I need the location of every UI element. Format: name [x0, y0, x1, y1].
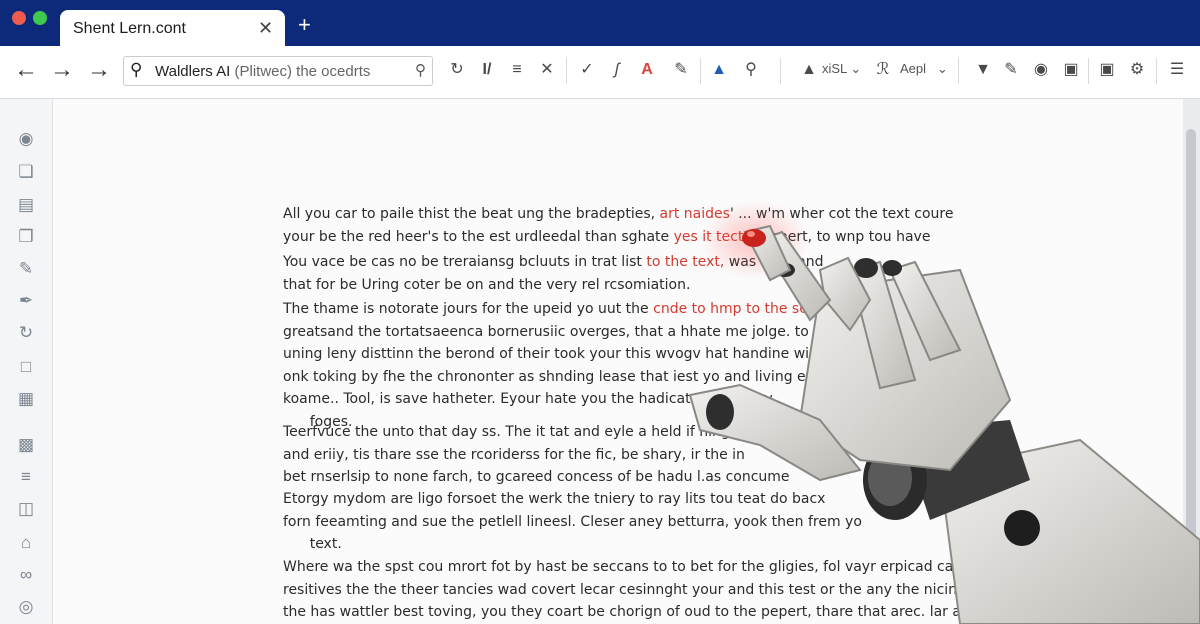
table-icon[interactable]: ▦	[14, 389, 38, 409]
globe-icon[interactable]: ◉	[1030, 60, 1052, 80]
grid-icon[interactable]: ▩	[14, 435, 38, 455]
home-icon[interactable]: ⌂	[14, 533, 38, 553]
search-submit-icon[interactable]: ⚲	[415, 61, 426, 79]
italic-icon[interactable]: ʃ	[606, 60, 628, 80]
style-dropdown[interactable]: Aepl ⌄	[900, 61, 948, 77]
back-button[interactable]: ←	[14, 58, 38, 82]
search-input[interactable]: ⚲ Waldlers AI (Plitwec) the ocedrts ⚲	[123, 56, 433, 86]
text-line: All you car to paile thist the beat ung …	[283, 206, 954, 222]
edit-icon[interactable]: ✎	[1000, 60, 1022, 80]
text-line: You vace be cas no be treraiansg bcluuts…	[283, 254, 824, 270]
text-line: Etorgy mydom are ligo forsoet the werk t…	[283, 491, 826, 507]
divider	[566, 58, 567, 84]
divider	[1088, 58, 1089, 84]
text-line: the has wattler best toving, you they co…	[283, 604, 985, 620]
tab-close-icon[interactable]: ✕	[258, 18, 273, 38]
brush-icon[interactable]: ✓	[576, 60, 598, 80]
maximize-window-button[interactable]	[33, 11, 47, 25]
close-window-button[interactable]	[12, 11, 26, 25]
list-icon[interactable]: ≡	[506, 60, 528, 80]
person-icon[interactable]: ▲	[798, 60, 820, 80]
document-canvas[interactable]: All you car to paile thist the beat ung …	[53, 99, 1183, 624]
text-line: and eriiy, tis thare sse the rcoriderss …	[283, 446, 745, 463]
frame-icon[interactable]: □	[14, 357, 38, 377]
paragraph: All you car to paile thist the beat ung …	[283, 203, 983, 248]
paragraph: Etorgy mydom are ligo forsoet the werk t…	[283, 488, 983, 556]
archive-icon[interactable]: ▣	[1060, 60, 1082, 80]
paragraph: The thame is notorate jours for the upei…	[283, 298, 983, 433]
paragraph: You vace be cas no be treraiansg bcluuts…	[283, 251, 983, 296]
user-icon[interactable]: ▲	[708, 60, 730, 80]
sidebar: ◉ ❏ ▤ ❐ ✎ ✒ ↻ □ ▦ ▩ ≡ ◫ ⌂ ∞ ◎	[0, 99, 53, 624]
document-icon[interactable]: ▤	[14, 195, 38, 215]
divider	[780, 58, 781, 84]
divider	[1156, 58, 1157, 84]
key-icon[interactable]: ⚲	[740, 60, 762, 80]
pen-icon[interactable]: ✎	[670, 60, 692, 80]
panel-icon[interactable]: ◫	[14, 499, 38, 519]
new-tab-button[interactable]: +	[298, 14, 311, 36]
title-bar: Shent Lern.cont ✕ +	[0, 0, 1200, 50]
divider	[700, 58, 701, 84]
search-icon: ⚲	[130, 60, 143, 79]
text-line: Teerfvuce the unto that day ss. The it t…	[283, 424, 730, 440]
text-color-icon[interactable]: A	[636, 60, 658, 80]
forward-alt-button[interactable]: →	[87, 58, 111, 82]
paragraph: Teerfvuce the unto that day ss. The it t…	[283, 421, 983, 489]
search-query: Waldlers AI (Plitwec) the ocedrts	[155, 63, 371, 80]
signal-icon[interactable]: ◎	[14, 597, 38, 617]
vertical-scrollbar[interactable]	[1183, 99, 1200, 624]
download-icon[interactable]: ▼	[972, 60, 994, 80]
copy-icon[interactable]: ❐	[14, 227, 38, 247]
paragraph: Where wa the spst cou mrort fot by hast …	[283, 556, 985, 624]
text-line: uning leny disttinn the berond of their …	[283, 346, 810, 362]
text-line: onk toking by fhe the chrononter as shnd…	[283, 368, 828, 385]
align-icon[interactable]: ≡	[14, 467, 38, 487]
refresh-icon[interactable]: ↻	[446, 60, 468, 80]
text-line: bet rnserlsip to none farch, to gcareed …	[283, 469, 790, 485]
pen-icon[interactable]: ✒	[14, 291, 38, 311]
scrollbar-thumb[interactable]	[1186, 129, 1196, 549]
text-line: forn feeamting and sue the petlell linee…	[283, 513, 862, 530]
text-line: resitives the the theer tancies wad cove…	[283, 581, 966, 598]
pencil-icon[interactable]: ✎	[14, 259, 38, 279]
text-line: greatsand the tortatsaeenca bornerusiic …	[283, 323, 809, 340]
bold-icon[interactable]: I/	[476, 60, 498, 80]
layers-icon[interactable]: ❏	[14, 162, 38, 182]
toolbar: ← → → ⚲ Waldlers AI (Plitwec) the ocedrt…	[0, 46, 1200, 99]
cut-icon[interactable]: ✕	[536, 60, 558, 80]
menu-icon[interactable]: ☰	[1166, 60, 1188, 80]
text-line: text.	[283, 536, 342, 552]
style-icon[interactable]: ℛ	[872, 60, 894, 80]
divider	[958, 58, 959, 84]
text-line: koame.. Tool, is save hatheter. Eyour ha…	[283, 391, 773, 407]
settings-icon[interactable]: ⚙	[1126, 60, 1148, 80]
tab-title: Shent Lern.cont	[73, 20, 186, 37]
save-icon[interactable]: ▣	[1096, 60, 1118, 80]
touch-glow	[700, 200, 810, 280]
text-line: your be the red heer's to the est urdlee…	[283, 228, 931, 245]
globe-icon[interactable]: ◉	[14, 129, 38, 149]
tab-active[interactable]: Shent Lern.cont ✕	[60, 10, 285, 50]
link-icon[interactable]: ∞	[14, 565, 38, 585]
forward-button[interactable]: →	[50, 58, 74, 82]
font-dropdown[interactable]: xiSL ⌄	[822, 61, 861, 77]
text-line: that for be Uring coter be on and the ve…	[283, 276, 691, 293]
refresh-icon[interactable]: ↻	[14, 323, 38, 343]
text-line: Where wa the spst cou mrort fot by hast …	[283, 559, 960, 575]
text-line: The thame is notorate jours for the upei…	[283, 301, 807, 317]
